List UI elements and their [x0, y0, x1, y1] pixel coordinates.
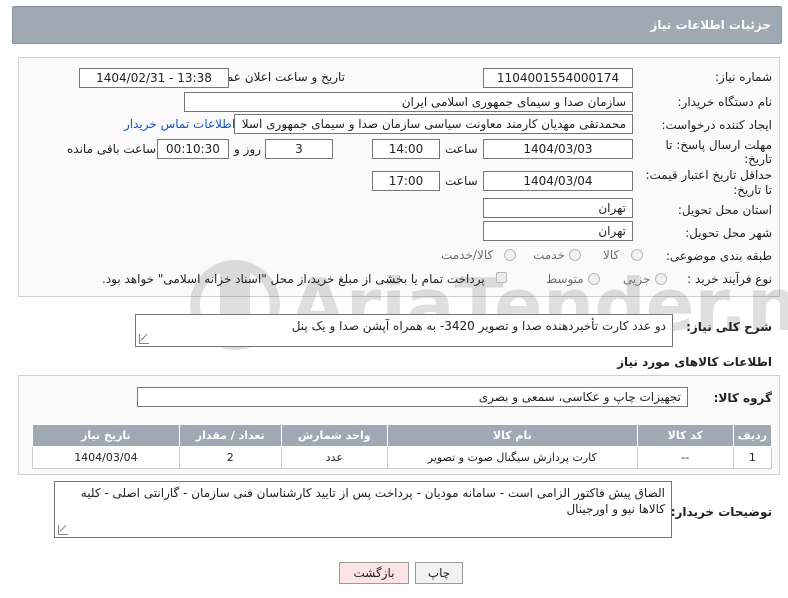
buyer-org-field: سازمان صدا و سیمای جمهوری اسلامی ایران: [184, 92, 633, 112]
delivery-city-field: تهران: [483, 221, 633, 241]
price-validity-time-field: 17:00: [372, 171, 440, 191]
delivery-city-label: شهر محل تحویل:: [685, 226, 772, 240]
category-option-goods-service: کالا/خدمت: [441, 248, 494, 262]
print-button[interactable]: چاپ: [415, 562, 463, 584]
back-button[interactable]: بازگشت: [339, 562, 409, 584]
reply-deadline-time-label: ساعت: [445, 142, 478, 156]
resize-grip-icon[interactable]: [139, 334, 149, 344]
reply-deadline-date-field: 1404/03/03: [483, 139, 633, 159]
cell-unit: عدد: [280, 446, 388, 469]
buyer-org-label: نام دستگاه خریدار:: [677, 95, 773, 109]
description-label: شرح کلی نیاز:: [686, 320, 772, 334]
treasury-payment-checkbox[interactable]: [496, 272, 507, 283]
process-option-minor: جزیی: [623, 272, 651, 286]
cell-row: 1: [732, 446, 773, 469]
delivery-province-label: استان محل تحویل:: [677, 203, 772, 217]
reply-deadline-label-1: مهلت ارسال پاسخ: تا: [665, 138, 772, 152]
col-name: نام کالا: [386, 424, 638, 447]
price-validity-label-1: حداقل تاریخ اعتبار قیمت:: [645, 168, 772, 182]
reply-days-label: روز و: [234, 142, 261, 156]
buyer-notes-text: الصاق پیش فاکتور الزامی است - سامانه مود…: [80, 486, 665, 516]
delivery-province-field: تهران: [483, 198, 633, 218]
price-validity-label-2: تا تاریخ:: [733, 183, 772, 197]
need-number-field: 1104001554000174: [483, 68, 633, 88]
col-unit: واحد شمارش: [280, 424, 388, 447]
remaining-time-label: ساعت باقی مانده: [67, 142, 157, 156]
description-textarea: دو عدد کارت تأخیردهنده صدا و تصویر 3420-…: [135, 314, 673, 347]
category-radio-goods-service[interactable]: [504, 249, 516, 261]
resize-grip-icon[interactable]: [58, 525, 68, 535]
process-option-medium: متوسط: [546, 272, 584, 286]
announce-datetime-field: 1404/02/31 - 13:38: [79, 68, 229, 88]
page-header: جزئیات اطلاعات نیاز: [12, 6, 782, 44]
process-radio-minor[interactable]: [655, 273, 667, 285]
requester-label: ایجاد کننده درخواست:: [661, 118, 772, 132]
category-label: طبقه بندی موضوعی:: [665, 249, 772, 263]
category-radio-service[interactable]: [569, 249, 581, 261]
description-text: دو عدد کارت تأخیردهنده صدا و تصویر 3420-…: [291, 319, 666, 333]
buyer-notes-label: توضیحات خریدار:: [670, 505, 772, 519]
reply-deadline-label-2: تاریخ:: [744, 152, 772, 166]
reply-deadline-time-field: 14:00: [372, 139, 440, 159]
category-option-service: خدمت: [533, 248, 565, 262]
category-radio-goods[interactable]: [631, 249, 643, 261]
col-code: کد کالا: [636, 424, 734, 447]
need-number-label: شماره نیاز:: [715, 70, 772, 84]
treasury-payment-note: پرداخت تمام یا بخشی از مبلغ خرید،از محل …: [102, 272, 485, 286]
goods-table-header: ردیف کد کالا نام کالا واحد شمارش تعداد /…: [32, 424, 773, 447]
buyer-notes-textarea: الصاق پیش فاکتور الزامی است - سامانه مود…: [54, 481, 672, 538]
goods-section-title: اطلاعات کالاهای مورد نیاز: [617, 355, 772, 369]
col-qty: تعداد / مقدار: [178, 424, 282, 447]
col-row: ردیف: [732, 424, 773, 447]
goods-group-label: گروه کالا:: [713, 391, 772, 405]
reply-days-field: 3: [265, 139, 333, 159]
cell-date: 1404/03/04: [32, 446, 180, 469]
cell-code: --: [636, 446, 734, 469]
price-validity-date-field: 1404/03/04: [483, 171, 633, 191]
price-validity-time-label: ساعت: [445, 174, 478, 188]
process-radio-medium[interactable]: [588, 273, 600, 285]
cell-name: کارت پردازش سیگنال صوت و تصویر: [386, 446, 638, 469]
page-title: جزئیات اطلاعات نیاز: [650, 18, 771, 32]
remaining-time-field: 00:10:30: [157, 139, 229, 159]
col-date: تاریخ نیاز: [32, 424, 180, 447]
goods-group-field: تجهیزات چاپ و عکاسی، سمعی و بصری: [137, 387, 688, 407]
process-type-label: نوع فرآیند خرید :: [687, 272, 772, 286]
buyer-contact-link[interactable]: اطلاعات تماس خریدار: [124, 117, 235, 131]
cell-qty: 2: [178, 446, 282, 469]
goods-table: ردیف کد کالا نام کالا واحد شمارش تعداد /…: [32, 424, 773, 469]
requester-field: محمدتقی مهدیان کارمند معاونت سیاسی سازما…: [234, 114, 633, 134]
category-option-goods: کالا: [603, 248, 620, 262]
table-row: 1 -- کارت پردازش سیگنال صوت و تصویر عدد …: [32, 446, 773, 469]
